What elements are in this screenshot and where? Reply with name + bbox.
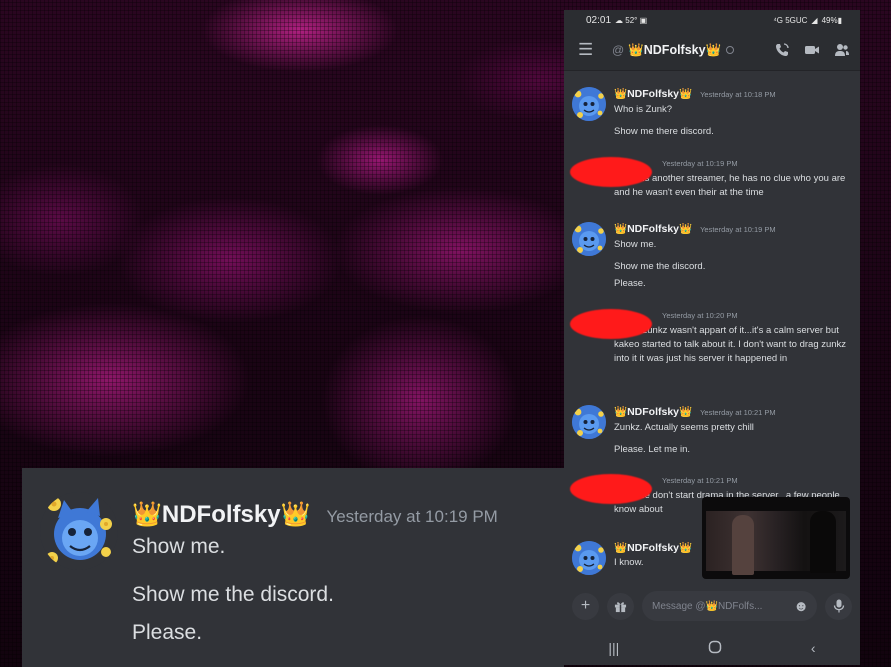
avatar[interactable]	[572, 405, 606, 439]
clock: 02:01	[586, 14, 612, 26]
battery-indicator: 49%▮	[821, 15, 842, 25]
avatar[interactable]	[572, 222, 606, 256]
redaction-mark	[570, 157, 652, 187]
composer-bar: + Message @👑NDFolfs... ☻	[564, 585, 860, 627]
message-author[interactable]: 👑NDFolfsky👑	[614, 222, 692, 236]
message-timestamp: Yesterday at 10:20 PM	[662, 311, 738, 320]
signal-icon: ◢	[811, 15, 818, 25]
dm-channel-name[interactable]: 👑NDFolfsky👑	[628, 43, 721, 58]
message-text: Show me the discord.	[132, 583, 334, 606]
avatar[interactable]	[40, 492, 118, 570]
message-author[interactable]: 👑NDFolfsky👑	[614, 541, 692, 555]
message-text: Show me.	[614, 239, 657, 250]
message-text: Show me the discord.	[614, 261, 706, 272]
phone-screenshot: 02:01 ☁ 52° ▣ ⁴G 5GUC ◢ 49%▮ ☰ @ 👑NDFolf…	[564, 10, 860, 665]
android-nav-bar: ||| ‹	[564, 631, 860, 665]
message-text: Please.	[614, 278, 646, 289]
call-icon[interactable]	[774, 42, 790, 58]
video-figure	[732, 515, 754, 575]
avatar[interactable]	[572, 87, 606, 121]
message-placeholder: Message @👑NDFolfs...	[652, 600, 763, 612]
message-input[interactable]: Message @👑NDFolfs... ☻	[642, 591, 817, 621]
message-text: Who is Zunk?	[614, 104, 673, 115]
message-text: Zunkz. Actually seems pretty chill	[614, 422, 754, 433]
zoomed-message-panel: 👑NDFolfsky👑 Yesterday at 10:19 PM Show m…	[22, 468, 564, 667]
redaction-mark	[570, 474, 652, 504]
menu-icon[interactable]: ☰	[578, 40, 600, 60]
status-dot	[726, 46, 735, 54]
dm-header: ☰ @ 👑NDFolfsky👑	[564, 30, 860, 71]
message-group: 👑NDFolfsky👑 Yesterday at 10:19 PM Show me…	[572, 222, 852, 291]
message-timestamp: Yesterday at 10:19 PM	[662, 159, 738, 168]
message-timestamp: Yesterday at 10:19 PM	[700, 225, 776, 234]
message-group: Yesterday at 10:20 PM Look...zunkz wasn'…	[570, 309, 852, 366]
video-icon[interactable]	[804, 42, 820, 58]
message-timestamp: Yesterday at 10:19 PM	[326, 507, 498, 526]
video-figure	[810, 511, 836, 573]
mic-icon[interactable]	[825, 592, 852, 620]
message-author[interactable]: 👑NDFolfsky👑	[132, 500, 310, 529]
gift-icon[interactable]	[607, 592, 634, 620]
recents-icon[interactable]: |||	[608, 640, 619, 656]
message-timestamp: Yesterday at 10:21 PM	[662, 476, 738, 485]
avatar[interactable]	[572, 541, 606, 575]
message-text: Look...zunkz wasn't appart of it...it's …	[614, 325, 847, 364]
back-icon[interactable]: ‹	[811, 640, 816, 656]
message-timestamp: Yesterday at 10:18 PM	[700, 90, 776, 99]
members-icon[interactable]	[834, 42, 850, 58]
message-group: 👑NDFolfsky👑 Yesterday at 10:21 PM Zunkz. …	[572, 405, 852, 457]
network-indicator: ⁴G 5GUC	[773, 15, 808, 25]
message-text: Please. Let me in.	[614, 444, 691, 455]
message-group: Yesterday at 10:19 PM Zunkz is another s…	[570, 157, 852, 200]
message-text: Show me there discord.	[614, 126, 714, 137]
message-timestamp: Yesterday at 10:21 PM	[700, 408, 776, 417]
redaction-mark	[570, 309, 652, 339]
home-icon[interactable]	[708, 640, 722, 657]
message-group: 👑NDFolfsky👑 Yesterday at 10:18 PM Who is …	[572, 87, 852, 139]
pip-video-overlay[interactable]	[702, 497, 850, 579]
at-icon: @	[612, 43, 625, 57]
video-frame	[706, 511, 846, 575]
message-text: Show me.	[132, 535, 226, 558]
plus-icon[interactable]: +	[572, 592, 599, 620]
status-bar: 02:01 ☁ 52° ▣ ⁴G 5GUC ◢ 49%▮	[564, 10, 860, 30]
emoji-icon[interactable]: ☻	[793, 598, 809, 615]
message-author[interactable]: 👑NDFolfsky👑	[614, 405, 692, 419]
message-author[interactable]: 👑NDFolfsky👑	[614, 87, 692, 101]
message-text: Please.	[132, 621, 203, 644]
status-icons: ☁ 52° ▣	[615, 15, 648, 25]
message-list[interactable]: 👑NDFolfsky👑 Yesterday at 10:18 PM Who is …	[564, 71, 860, 586]
